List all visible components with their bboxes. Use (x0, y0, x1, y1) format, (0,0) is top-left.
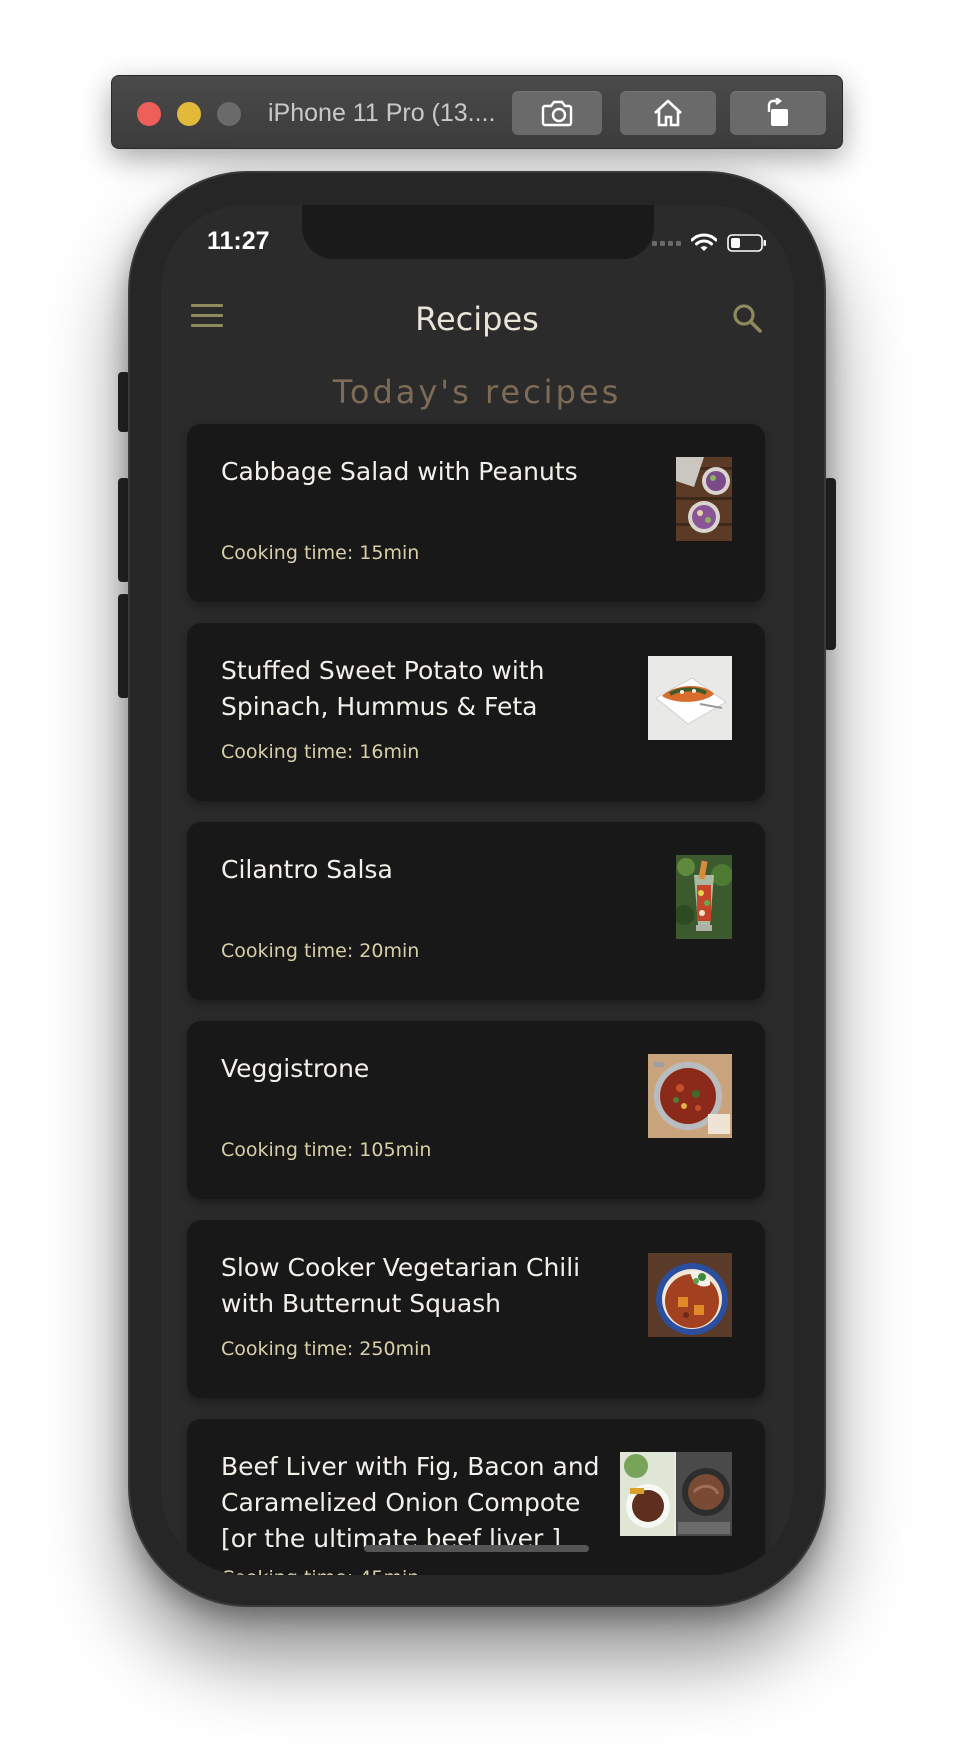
recipe-cooking-time: Cooking time: 105min (221, 1139, 432, 1161)
battery-icon (727, 234, 766, 252)
app-header: Recipes (161, 290, 793, 350)
home-button[interactable] (620, 91, 716, 135)
signal-icon (652, 240, 681, 246)
home-indicator[interactable] (364, 1545, 589, 1552)
recipe-cooking-time: Cooking time: 15min (221, 542, 420, 564)
close-window-button[interactable] (137, 102, 161, 126)
rotate-button[interactable] (730, 91, 826, 135)
recipe-thumbnail (648, 656, 732, 740)
recipe-title: Stuffed Sweet Potato with Spinach, Hummu… (221, 656, 545, 721)
search-icon[interactable] (731, 302, 763, 334)
notch (302, 205, 654, 259)
minimize-window-button[interactable] (177, 102, 201, 126)
recipe-cooking-time: Cooking time: 45min (221, 1567, 419, 1575)
page-title: Recipes (415, 300, 539, 338)
recipe-title: Beef Liver with Fig, Bacon and Carameliz… (221, 1452, 600, 1553)
recipe-cooking-time: Cooking time: 20min (221, 940, 420, 962)
recipe-thumbnail (620, 1452, 732, 1536)
recipe-thumbnail (676, 457, 732, 541)
recipe-cooking-time: Cooking time: 250min (221, 1338, 432, 1360)
recipe-title: Slow Cooker Vegetarian Chili with Butter… (221, 1253, 581, 1318)
wifi-icon (691, 233, 717, 251)
recipe-card[interactable]: Cabbage Salad with Peanuts Cooking time:… (187, 424, 765, 602)
recipe-card[interactable]: Veggistrone Cooking time: 105min (187, 1021, 765, 1199)
status-time: 11:27 (207, 227, 270, 255)
recipe-card[interactable]: Slow Cooker Vegetarian Chili with Butter… (187, 1220, 765, 1398)
screenshot-icon (541, 100, 573, 127)
rotate-icon (767, 98, 788, 126)
recipe-cooking-time: Cooking time: 16min (221, 741, 420, 763)
recipe-thumbnail (676, 855, 732, 939)
recipe-title: Cabbage Salad with Peanuts (221, 457, 578, 486)
recipe-card[interactable]: Cilantro Salsa Cooking time: 20min (187, 822, 765, 1000)
recipe-card[interactable]: Stuffed Sweet Potato with Spinach, Hummu… (187, 623, 765, 801)
home-icon (654, 99, 682, 127)
phone-screen: 11:27 Recipes Today's recipes Cabbage Sa… (161, 205, 793, 1575)
stage: iPhone 11 Pro (13.... 11:27 Recipes Toda… (0, 0, 954, 1756)
status-icons (652, 229, 767, 257)
section-title: Today's recipes (332, 373, 622, 411)
recipe-thumbnail (648, 1054, 732, 1138)
simulator-toolbar: iPhone 11 Pro (13.... (111, 75, 843, 149)
recipe-title: Cilantro Salsa (221, 855, 393, 884)
screenshot-button[interactable] (512, 91, 602, 135)
recipe-thumbnail (648, 1253, 732, 1337)
recipe-title: Veggistrone (221, 1054, 370, 1083)
simulator-title: iPhone 11 Pro (13.... (268, 99, 496, 127)
zoom-window-button[interactable] (217, 102, 241, 126)
